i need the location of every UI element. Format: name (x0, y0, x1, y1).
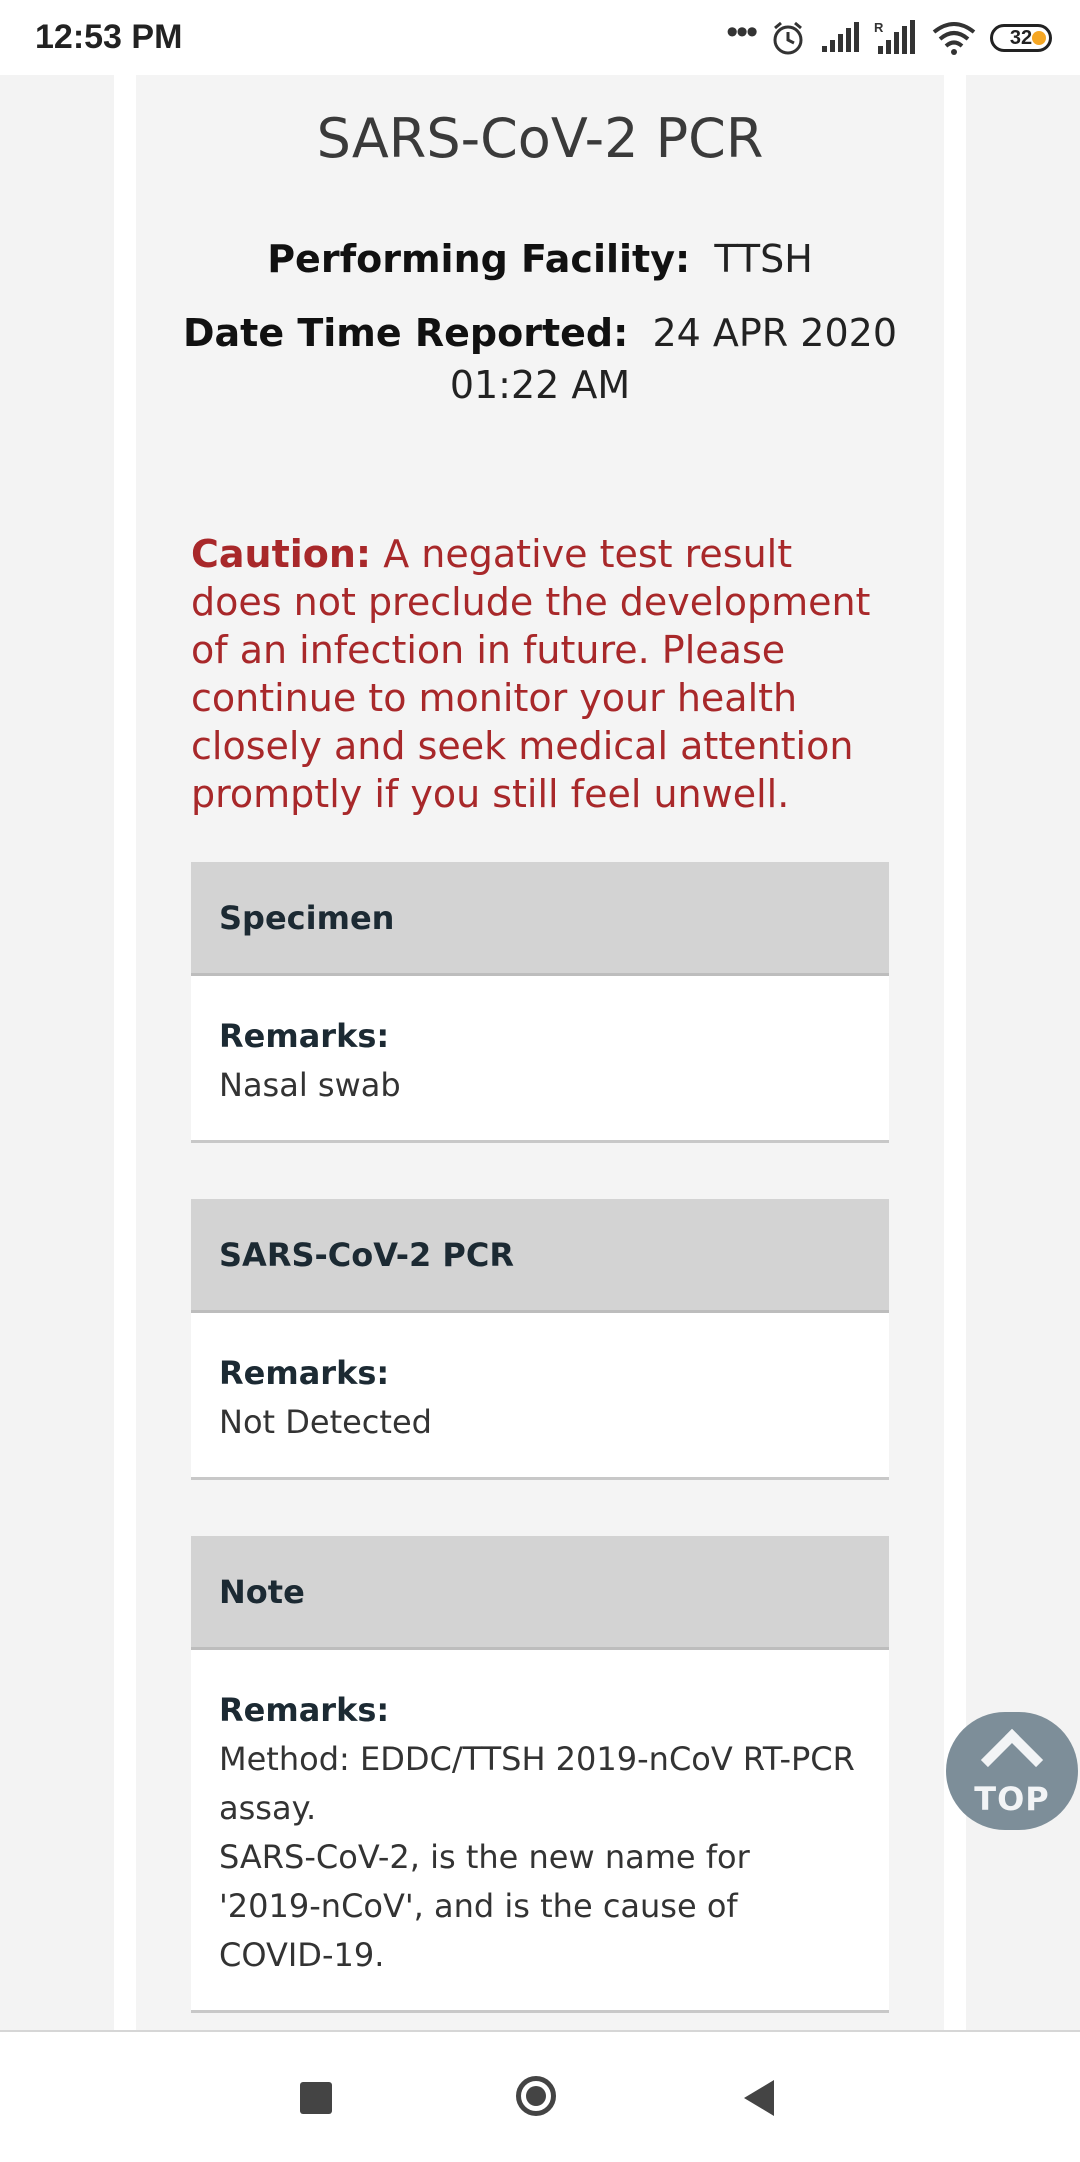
section-body: Remarks: Nasal swab (191, 976, 889, 1140)
report-column: SARS-CoV-2 PCR Performing Facility: TTSH… (136, 75, 944, 2030)
performing-facility: Performing Facility: TTSH (136, 233, 944, 285)
date-time-reported: Date Time Reported: 24 APR 2020 01:22 AM (136, 307, 944, 411)
left-margin (114, 75, 136, 2030)
remarks-label: Remarks: (219, 1354, 390, 1392)
section-body: Remarks: Method: EDDC/TTSH 2019-nCoV RT-… (191, 1650, 889, 2010)
scroll-to-top-button[interactable]: TOP (946, 1712, 1078, 1830)
signal-icon (822, 22, 859, 52)
remarks-value: Not Detected (219, 1403, 432, 1441)
home-button[interactable] (516, 2076, 556, 2116)
wifi-icon (932, 22, 976, 55)
section-header: Note (191, 1536, 889, 1650)
report-title: SARS-CoV-2 PCR (316, 107, 764, 170)
facility-label: Performing Facility: (267, 237, 691, 281)
note-card: Note Remarks: Method: EDDC/TTSH 2019-nCo… (191, 1536, 889, 2013)
remarks-label: Remarks: (219, 1017, 390, 1055)
caution-label: Caution: (191, 532, 372, 576)
roaming-signal-icon: R (874, 20, 915, 54)
alarm-icon (773, 21, 803, 55)
remarks-value: Nasal swab (219, 1066, 401, 1104)
reported-date: 24 APR 2020 (652, 311, 898, 355)
section-header: Specimen (191, 862, 889, 976)
caution-message: Caution: A negative test result does not… (191, 530, 891, 818)
reported-time: 01:22 AM (449, 363, 631, 407)
report-page: SARS-CoV-2 PCR Performing Facility: TTSH… (0, 75, 1080, 2030)
recent-apps-button[interactable] (300, 2082, 332, 2114)
remarks-label: Remarks: (219, 1691, 390, 1729)
reported-label: Date Time Reported: (182, 311, 629, 355)
pcr-result-card: SARS-CoV-2 PCR Remarks: Not Detected (191, 1199, 889, 1480)
section-header: SARS-CoV-2 PCR (191, 1199, 889, 1313)
section-body: Remarks: Not Detected (191, 1313, 889, 1477)
battery-icon: 32 (990, 24, 1052, 52)
status-icons: ••• R 32 (726, 13, 1052, 60)
more-notifications-icon: ••• (726, 13, 758, 51)
system-nav-bar (0, 2030, 1080, 2162)
status-time: 12:53 PM (35, 18, 183, 56)
back-button[interactable] (744, 2080, 774, 2116)
facility-value: TTSH (714, 237, 813, 281)
remarks-value: Method: EDDC/TTSH 2019-nCoV RT-PCR assay… (219, 1740, 855, 1974)
status-bar: 12:53 PM ••• R 32 (0, 0, 1080, 75)
svg-text:R: R (874, 20, 884, 35)
specimen-card: Specimen Remarks: Nasal swab (191, 862, 889, 1143)
